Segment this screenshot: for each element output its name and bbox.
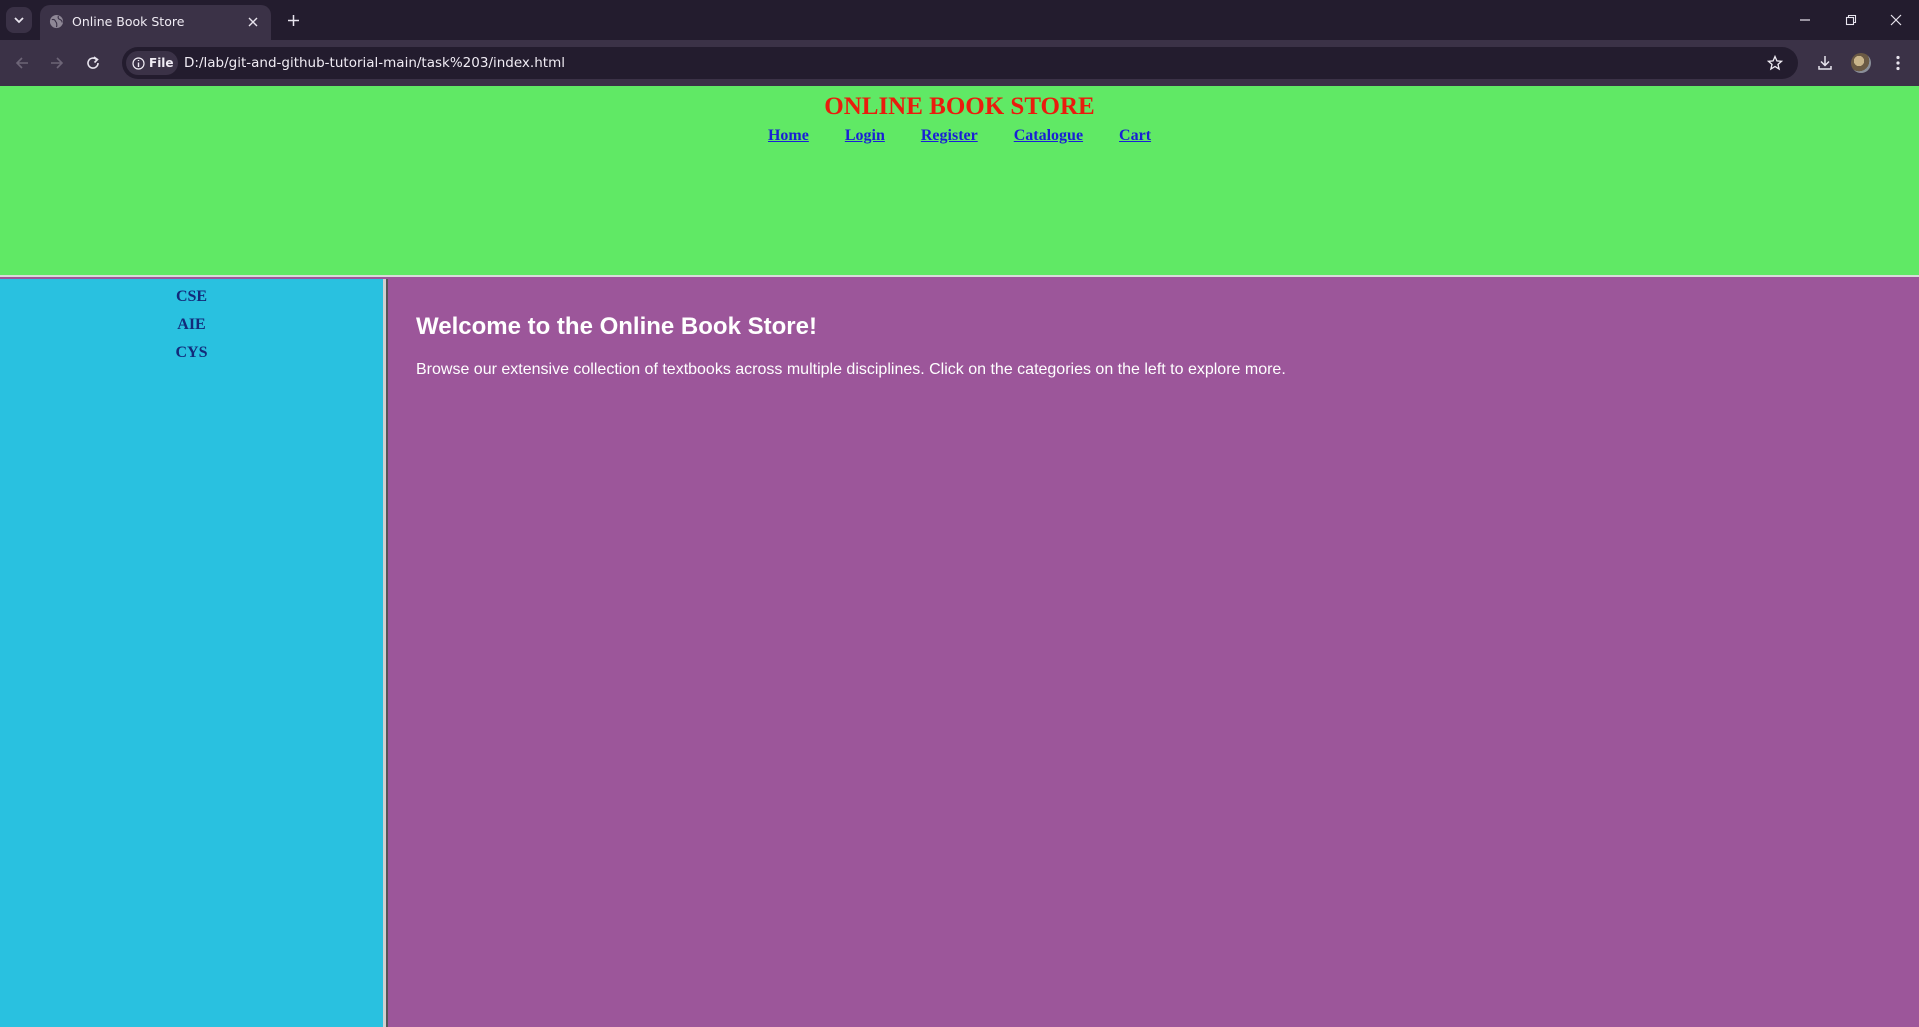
category-list: CSE AIE CYS [0,283,383,367]
active-tab[interactable]: Online Book Store [40,5,271,40]
downloads-button[interactable] [1812,50,1838,76]
category-item-aie[interactable]: AIE [0,311,383,339]
more-icon [1896,55,1900,71]
main-content: Welcome to the Online Book Store! Browse… [388,279,1919,1027]
new-tab-button[interactable] [282,9,304,31]
tab-title: Online Book Store [72,14,185,29]
main-nav: Home Login Register Catalogue Cart [0,127,1919,145]
nav-link-home[interactable]: Home [768,127,809,144]
site-header: ONLINE BOOK STORE Home Login Register Ca… [0,86,1919,277]
welcome-heading: Welcome to the Online Book Store! [416,313,817,340]
site-chip-label: File [149,56,174,70]
browser-toolbar: File D:/lab/git-and-github-tutorial-main… [0,40,1919,86]
nav-link-catalogue[interactable]: Catalogue [1014,127,1083,144]
back-button[interactable] [9,50,35,76]
minimize-icon [1800,19,1810,21]
menu-button[interactable] [1885,50,1911,76]
close-icon [248,17,258,27]
category-item-cse[interactable]: CSE [0,283,383,311]
info-icon [132,56,145,70]
reload-icon [87,56,99,69]
bookmark-button[interactable] [1764,52,1786,74]
category-item-cys[interactable]: CYS [0,339,383,367]
download-icon [1818,56,1832,70]
nav-link-register[interactable]: Register [921,127,978,144]
forward-button[interactable] [44,50,70,76]
profile-button[interactable] [1848,50,1874,76]
back-icon [15,57,28,69]
reload-button[interactable] [80,50,106,76]
tab-close-button[interactable] [243,12,263,32]
star-icon [1767,55,1783,71]
nav-link-login[interactable]: Login [845,127,885,144]
address-bar[interactable]: File D:/lab/git-and-github-tutorial-main… [122,47,1798,79]
site-title: ONLINE BOOK STORE [824,93,1095,120]
welcome-text: Browse our extensive collection of textb… [416,361,1286,378]
tab-list-icon [14,17,24,24]
minimize-button[interactable] [1791,8,1819,32]
site-info-chip[interactable]: File [126,51,178,75]
forward-icon [51,57,64,69]
globe-icon [49,14,64,29]
url-text[interactable]: D:/lab/git-and-github-tutorial-main/task… [184,55,565,71]
window-close-icon [1890,14,1902,26]
restore-button[interactable] [1837,8,1865,32]
nav-link-cart[interactable]: Cart [1119,127,1151,144]
avatar [1851,53,1871,73]
page-viewport: ONLINE BOOK STORE Home Login Register Ca… [0,86,1919,1027]
category-sidebar: CSE AIE CYS [0,279,386,1027]
window-close-button[interactable] [1882,8,1910,32]
restore-icon [1845,14,1857,26]
plus-icon [287,14,299,26]
tab-strip: Online Book Store [0,0,1919,40]
tab-list-button[interactable] [6,7,32,33]
